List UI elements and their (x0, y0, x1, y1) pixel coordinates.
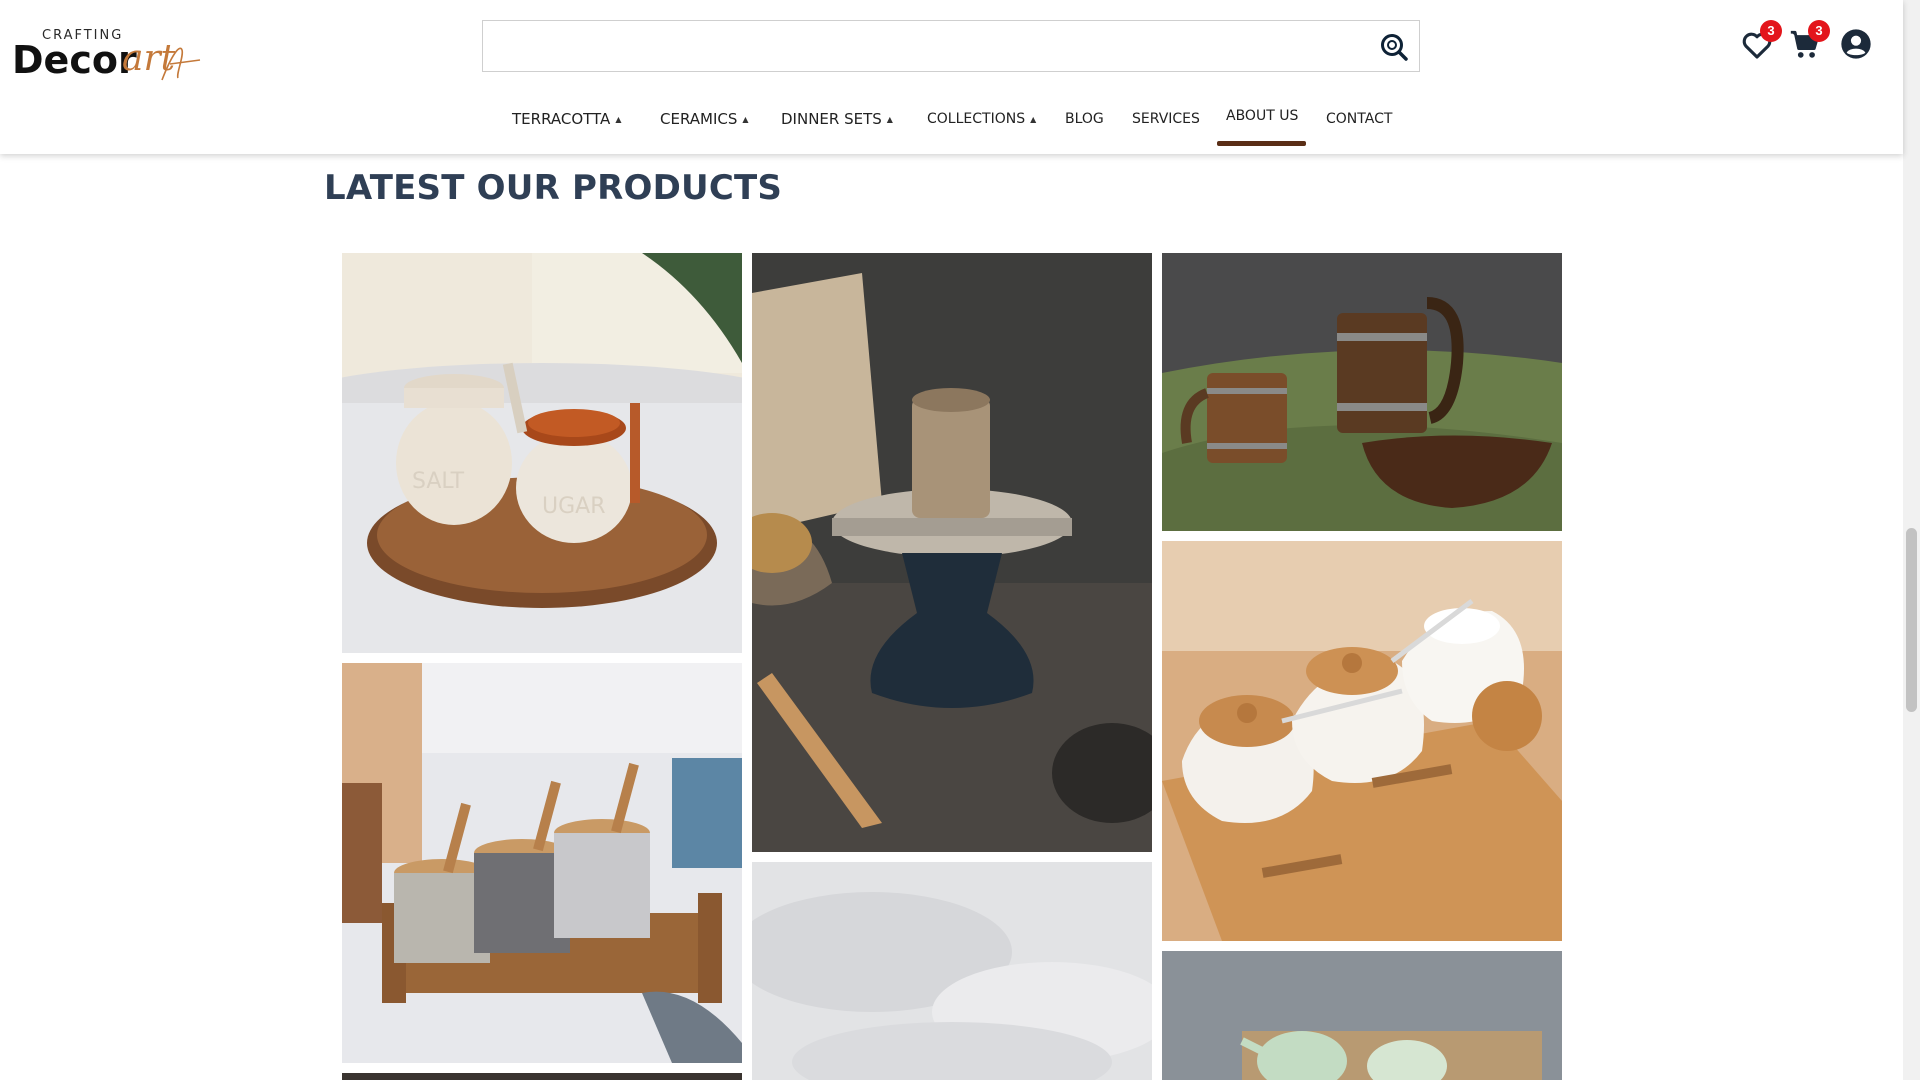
page-scrollbar[interactable] (1903, 0, 1920, 1080)
nav-label: TERRACOTTA (512, 110, 611, 128)
wooden-mugs-image (1162, 253, 1562, 531)
search-icon[interactable] (1379, 32, 1409, 62)
wishlist-button[interactable]: 3 (1740, 20, 1782, 62)
nav-active-indicator (1217, 141, 1306, 146)
caret-up-icon: ▲ (615, 114, 622, 124)
product-image-wooden-mugs[interactable] (1162, 253, 1562, 531)
nav-about-us[interactable]: ABOUT US (1226, 99, 1298, 133)
nav-ceramics[interactable]: CERAMICS ▲ (660, 102, 749, 136)
product-image-ceramic-condiment-set[interactable] (1162, 541, 1562, 941)
glass-spice-jars-image (342, 663, 742, 1063)
logo-swash-icon (161, 47, 201, 81)
caret-up-icon: ▲ (1030, 114, 1037, 124)
product-image-celadon-tea-set[interactable] (1162, 951, 1562, 1080)
pottery-wheel-image (752, 253, 1152, 852)
nav-label: COLLECTIONS (927, 111, 1026, 127)
nav-label: BLOG (1065, 111, 1104, 127)
page: CRAFTING Decor art 3 3 TERRACOTTA ▲ CERA… (0, 0, 1920, 1080)
product-image-salt-sugar-jars[interactable]: SALT UGAR (342, 253, 742, 653)
ceramic-condiment-set-image (1162, 541, 1562, 941)
wishlist-count-badge: 3 (1760, 20, 1782, 42)
caret-up-icon: ▲ (886, 114, 893, 124)
nav-label: CERAMICS (660, 110, 738, 128)
caret-up-icon: ▲ (742, 114, 749, 124)
search-input[interactable] (483, 21, 1363, 71)
product-image-glass-spice-jars[interactable] (342, 663, 742, 1063)
product-image-next-row[interactable] (342, 1073, 742, 1080)
celadon-tea-set-image (1162, 951, 1562, 1080)
product-image-partial (342, 1073, 742, 1080)
account-button[interactable] (1840, 28, 1874, 62)
logo-wordmark: Decor (12, 38, 137, 82)
site-header: CRAFTING Decor art 3 3 TERRACOTTA ▲ CERA… (0, 0, 1903, 154)
nav-collections[interactable]: COLLECTIONS ▲ (927, 102, 1036, 136)
marble-surface-image (752, 862, 1152, 1080)
main-nav: TERRACOTTA ▲ CERAMICS ▲ DINNER SETS ▲ CO… (0, 92, 1903, 154)
nav-blog[interactable]: BLOG (1065, 102, 1104, 136)
nav-label: CONTACT (1326, 111, 1393, 127)
product-image-marble-surface[interactable] (752, 862, 1152, 1080)
section-title: LATEST OUR PRODUCTS (324, 168, 783, 208)
cart-button[interactable]: 3 (1788, 20, 1830, 62)
user-account-icon (1841, 29, 1871, 59)
nav-terracotta[interactable]: TERRACOTTA ▲ (512, 102, 621, 136)
svg-text:UGAR: UGAR (542, 494, 606, 519)
scrollbar-thumb[interactable] (1906, 528, 1917, 712)
salt-sugar-jars-image: SALT UGAR (342, 253, 742, 653)
brand-logo[interactable]: CRAFTING Decor art (12, 24, 201, 82)
nav-dinner-sets[interactable]: DINNER SETS ▲ (781, 102, 893, 136)
nav-label: SERVICES (1132, 111, 1200, 127)
nav-label: ABOUT US (1226, 108, 1299, 124)
nav-services[interactable]: SERVICES (1132, 102, 1200, 136)
svg-text:SALT: SALT (412, 469, 465, 494)
cart-count-badge: 3 (1808, 20, 1830, 42)
product-image-pottery-wheel[interactable] (752, 253, 1152, 852)
search-bar (482, 20, 1420, 72)
nav-contact[interactable]: CONTACT (1326, 102, 1392, 136)
nav-label: DINNER SETS (781, 110, 882, 128)
